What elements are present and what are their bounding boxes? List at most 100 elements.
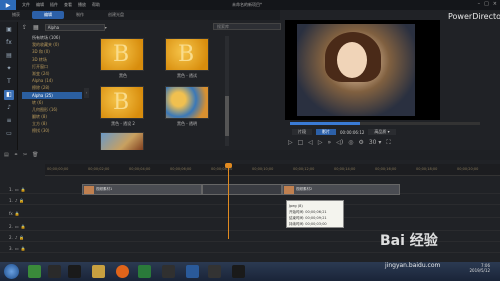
volume-icon[interactable]: ◁): [336, 139, 343, 147]
transition-thumb[interactable]: [100, 132, 144, 151]
menu-edit[interactable]: 编辑: [36, 2, 44, 8]
category-dropdown[interactable]: Alpha: [44, 23, 105, 31]
quality-dropdown[interactable]: 高品质 ▾: [368, 129, 396, 135]
app-icon[interactable]: [48, 265, 61, 278]
ruler-tick: 00;00;16;00: [375, 167, 397, 171]
lock-icon[interactable]: 🔒: [21, 224, 26, 229]
movie-mode-button[interactable]: 影片: [316, 129, 336, 135]
category-item[interactable]: Alpha (14): [22, 77, 82, 84]
track-header: fx 🔒: [0, 208, 45, 218]
category-item[interactable]: 立方 (8): [22, 120, 82, 127]
particle-room-icon[interactable]: ✦: [4, 64, 14, 74]
category-item[interactable]: 翻转 (8): [22, 113, 82, 120]
powerdirector-icon[interactable]: [186, 265, 199, 278]
snapshot-icon[interactable]: ◎: [348, 139, 353, 147]
minimize-icon[interactable]: –: [478, 1, 481, 7]
category-item[interactable]: 我的收藏夹 (0): [22, 41, 82, 48]
chapter-room-icon[interactable]: ≡: [4, 116, 14, 126]
ruler-tick: 00;00;12;00: [293, 167, 315, 171]
category-item[interactable]: 渐变 (24): [22, 70, 82, 77]
category-item[interactable]: 几何图形 (16): [22, 106, 82, 113]
audio-room-icon[interactable]: ♪: [4, 103, 14, 113]
player-controls: ▷ □ ◁ ▷ » ◁) ◎ ⚙ 30 ▾ ⛶: [288, 139, 391, 147]
stop-icon[interactable]: □: [298, 139, 304, 147]
timeline-ruler[interactable]: 00;00;00;00 00;00;02;00 00;00;04;00 00;0…: [45, 164, 500, 176]
menu-view[interactable]: 查看: [64, 2, 72, 8]
next-frame-icon[interactable]: ▷: [318, 139, 323, 147]
playback-scrubber[interactable]: [290, 122, 480, 125]
start-button[interactable]: [4, 264, 19, 279]
pip-room-icon[interactable]: ▤: [4, 51, 14, 61]
import-icon[interactable]: ⇪: [22, 24, 27, 31]
menu-play[interactable]: 播放: [78, 2, 86, 8]
close-icon[interactable]: ×: [493, 1, 497, 7]
title-room-icon[interactable]: T: [4, 77, 14, 87]
fx-room-icon[interactable]: fx: [4, 38, 14, 48]
timeline-clip[interactable]: 视频素材2: [282, 184, 400, 195]
lock-icon[interactable]: 🔒: [15, 211, 20, 216]
app-icon[interactable]: [28, 265, 41, 278]
media-icon[interactable]: [138, 265, 151, 278]
transition-thumb[interactable]: B: [165, 38, 209, 71]
category-item[interactable]: 3D 和 (0): [22, 48, 82, 55]
ruler-tick: 00;00;20;00: [457, 167, 479, 171]
tab-create-disc[interactable]: 创建光盘: [96, 12, 136, 18]
player-mode-bar: 片段 影片 00:00:06:12 高品质 ▾: [292, 129, 396, 135]
firefox-icon[interactable]: [116, 265, 129, 278]
category-item[interactable]: 擦除 (28): [22, 84, 82, 91]
track-label: 2.: [9, 223, 13, 229]
lock-icon[interactable]: 🔒: [21, 246, 26, 251]
tab-capture[interactable]: 捕获: [0, 12, 32, 18]
category-item[interactable]: 3D 转场: [22, 56, 82, 63]
app-icon[interactable]: [232, 265, 245, 278]
track-header: 2. ▭ 🔒: [0, 221, 45, 231]
menu-help[interactable]: 帮助: [92, 2, 100, 8]
lock-icon[interactable]: 🔒: [19, 235, 24, 240]
transition-thumb[interactable]: B: [100, 38, 144, 71]
transition-clip[interactable]: [202, 184, 282, 195]
scrollbar-thumb[interactable]: [225, 96, 229, 136]
category-item[interactable]: 所有转场 (106): [22, 34, 82, 41]
transition-label: 黑色 - 透试: [177, 73, 197, 78]
qq-icon[interactable]: [68, 265, 81, 278]
media-room-icon[interactable]: ▣: [4, 25, 14, 35]
gallery-scrollbar[interactable]: [225, 36, 229, 146]
grid-icon[interactable]: ▦: [33, 24, 39, 31]
collapse-panel-button[interactable]: ‹: [84, 88, 89, 98]
link-icon[interactable]: ⚭: [14, 152, 18, 158]
fullscreen-icon[interactable]: ⛶: [386, 139, 390, 147]
track-manager-icon[interactable]: ▤: [4, 152, 9, 158]
playhead-handle[interactable]: [225, 163, 232, 168]
folder-icon[interactable]: [92, 265, 105, 278]
transition-thumb[interactable]: B: [100, 86, 144, 119]
category-item[interactable]: 擦拭 (30): [22, 127, 82, 134]
search-input[interactable]: 搜索库: [213, 23, 281, 30]
delete-icon[interactable]: 🗑: [32, 152, 38, 158]
tab-edit[interactable]: 编辑: [32, 11, 64, 19]
play-icon[interactable]: ▷: [288, 139, 293, 147]
category-item[interactable]: 转 (6): [22, 99, 82, 106]
transition-thumb[interactable]: [165, 86, 209, 119]
timeline-clip[interactable]: 视频素材1: [82, 184, 202, 195]
zoom-dropdown[interactable]: 30 ▾: [369, 139, 382, 147]
maximize-icon[interactable]: □: [484, 1, 489, 7]
clip-mode-button[interactable]: 片段: [292, 129, 312, 135]
menu-file[interactable]: 文件: [22, 2, 30, 8]
fast-forward-icon[interactable]: »: [328, 139, 332, 147]
subtitle-room-icon[interactable]: ▭: [4, 129, 14, 139]
playhead-line[interactable]: [228, 164, 229, 239]
split-icon[interactable]: ✂: [23, 152, 27, 158]
prev-frame-icon[interactable]: ◁: [308, 139, 313, 147]
tab-produce[interactable]: 制作: [64, 12, 96, 18]
app-icon[interactable]: [162, 265, 175, 278]
lock-icon[interactable]: 🔒: [21, 187, 26, 192]
transition-label: 黑色: [119, 73, 127, 78]
category-item[interactable]: 打开窗口: [22, 63, 82, 70]
category-item-selected[interactable]: Alpha (25): [22, 91, 82, 99]
lock-icon[interactable]: 🔒: [19, 198, 24, 203]
tooltip-line: 持续时间: 00;00;03;00: [289, 222, 327, 226]
transition-room-icon[interactable]: ◧: [4, 90, 14, 100]
settings-icon[interactable]: ⚙: [358, 139, 363, 147]
menu-plugins[interactable]: 插件: [50, 2, 58, 8]
app-icon[interactable]: [208, 265, 221, 278]
